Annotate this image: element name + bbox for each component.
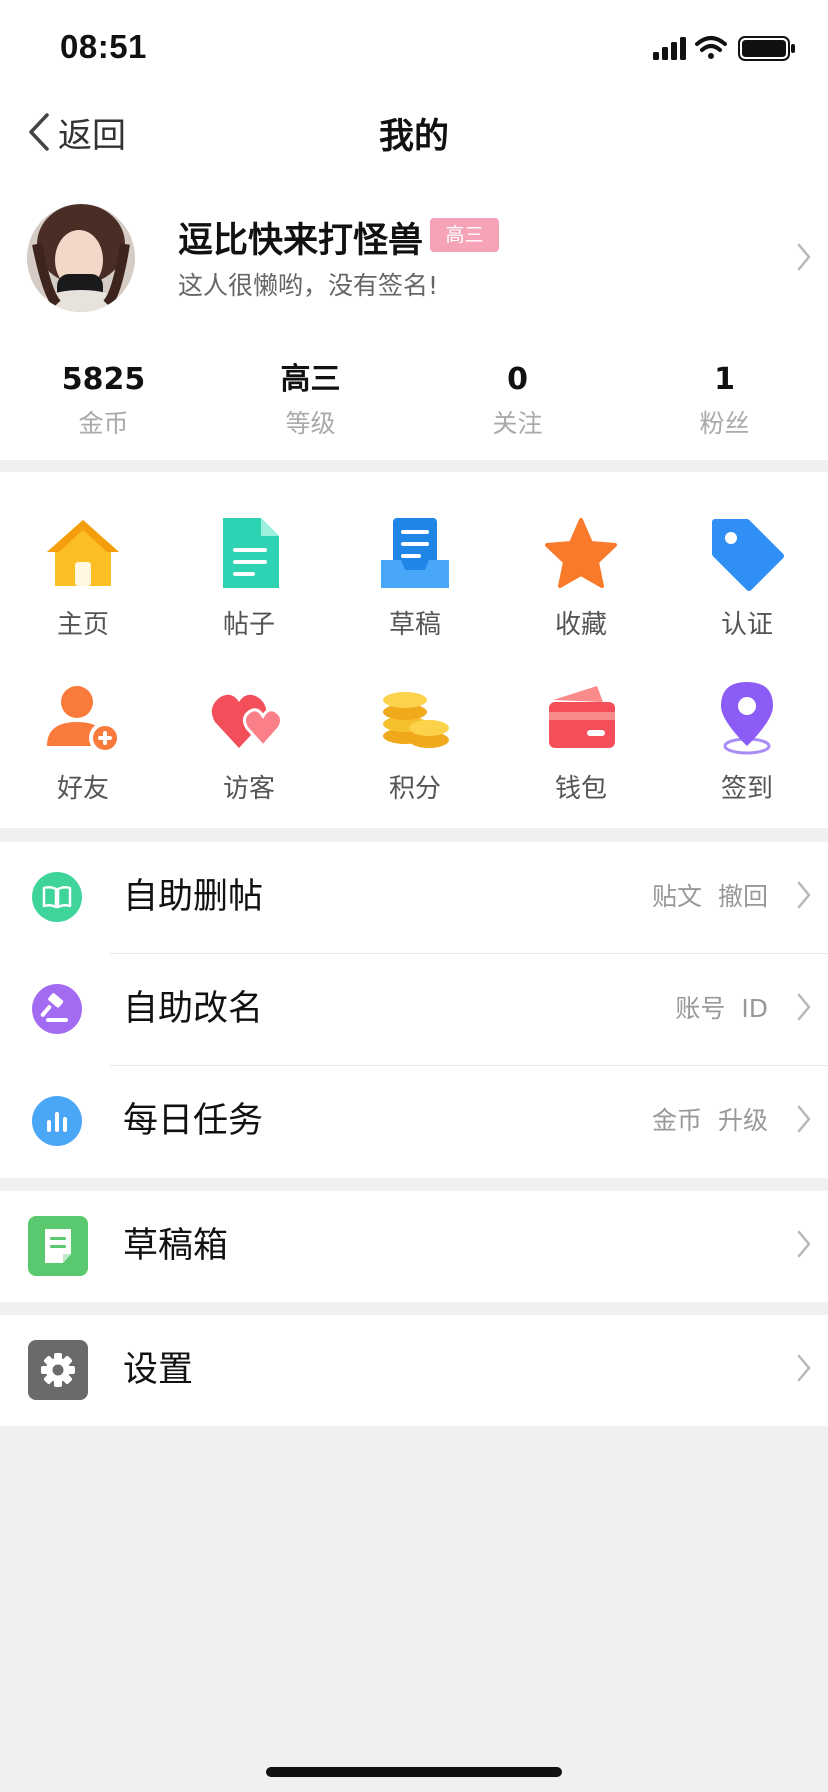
list-item-settings[interactable]: 设置 [0,1315,828,1425]
add-friend-icon [47,686,121,754]
tools-list: 自助删帖 贴文 撤回 自助改名 账号 ID 每日任务 金币 升级 [0,842,828,1178]
cellular-signal-icon [653,37,686,60]
signature: 这人很懒哟，没有签名! [178,271,439,300]
grid-label: 好友 [56,774,109,804]
grid-label: 访客 [222,774,275,804]
profile-stats: 5825 金币 高三 等级 0 关注 1 粉丝 [0,358,828,458]
chevron-right-icon [797,993,811,1021]
stat-value: 5825 [61,362,146,397]
grid-label: 收藏 [554,610,607,640]
location-pin-icon [721,682,773,755]
grid-item-wallet[interactable]: 钱包 [498,678,664,828]
coins-icon [383,692,449,748]
grid-item-drafts[interactable]: 草稿 [332,514,498,664]
hearts-icon [211,694,284,749]
document-icon [223,518,279,588]
grid-label: 草稿 [388,610,441,640]
tag-icon [712,519,784,591]
grid-item-checkin[interactable]: 签到 [664,678,828,828]
grid-label: 帖子 [222,610,275,640]
stat-level[interactable]: 高三 等级 [207,358,414,458]
stat-label: 金币 [78,409,129,438]
avatar[interactable] [27,204,135,312]
list-item-self-rename[interactable]: 自助改名 账号 ID [0,954,828,1064]
stat-label: 粉丝 [699,409,750,438]
draft-box-icon [28,1216,88,1276]
list-item-daily-tasks[interactable]: 每日任务 金币 升级 [0,1066,828,1176]
home-icon [47,520,119,586]
page-title: 我的 [378,117,449,157]
row-label: 设置 [123,1350,194,1390]
grid-item-visitors[interactable]: 访客 [166,678,332,828]
stat-coins[interactable]: 5825 金币 [0,358,207,458]
feature-grid: 主页 帖子 草稿 收藏 认证 好友 访客 积分 钱包 签到 [0,472,828,828]
battery-icon [738,36,795,61]
grid-item-posts[interactable]: 帖子 [166,514,332,664]
drafts-section: 草稿箱 [0,1191,828,1302]
stat-value: 高三 [280,362,341,397]
username: 逗比快来打怪兽 [178,221,424,261]
gavel-icon [32,984,82,1034]
list-item-self-delete[interactable]: 自助删帖 贴文 撤回 [0,842,828,952]
nav-bar: 返回 我的 [0,96,828,168]
grid-label: 积分 [388,774,441,804]
draft-tray-icon [381,518,449,588]
chevron-right-icon [797,881,811,909]
status-time: 08:51 [60,28,147,65]
bar-chart-icon [32,1096,82,1146]
gear-icon [28,1340,88,1400]
chevron-right-icon [797,1354,811,1382]
stat-label: 关注 [492,409,543,438]
grid-item-favorites[interactable]: 收藏 [498,514,664,664]
row-hint: 贴文 撤回 [652,882,768,911]
book-icon [32,872,82,922]
grid-item-friends[interactable]: 好友 [0,678,166,828]
row-hint: 账号 ID [675,994,768,1023]
profile-chevron-right-icon[interactable] [796,242,812,272]
grid-label: 主页 [56,610,109,640]
wifi-icon [695,36,727,59]
grid-label: 签到 [720,774,773,804]
grid-item-home[interactable]: 主页 [0,514,166,664]
star-icon [545,518,617,588]
list-item-draft-box[interactable]: 草稿箱 [0,1191,828,1301]
stat-value: 0 [507,362,528,397]
row-label: 自助改名 [123,989,264,1029]
row-label: 每日任务 [123,1101,264,1141]
stat-followers[interactable]: 1 粉丝 [621,358,828,458]
home-indicator[interactable] [266,1767,562,1777]
profile-card: 逗比快来打怪兽 高三 这人很懒哟，没有签名! 5825 金币 高三 等级 0 关… [0,168,828,460]
row-label: 自助删帖 [123,877,264,917]
grid-label: 认证 [720,610,773,640]
grid-item-verify[interactable]: 认证 [664,514,828,664]
stat-following[interactable]: 0 关注 [414,358,621,458]
chevron-right-icon [797,1105,811,1133]
status-icons [653,34,798,64]
row-label: 草稿箱 [123,1226,229,1266]
level-badge: 高三 [430,218,499,252]
status-bar: 08:51 [0,0,828,96]
grid-label: 钱包 [554,774,607,804]
stat-label: 等级 [285,409,336,438]
grid-item-points[interactable]: 积分 [332,678,498,828]
stat-value: 1 [714,362,735,397]
wallet-icon [549,686,615,748]
chevron-right-icon [797,1230,811,1258]
row-hint: 金币 升级 [652,1106,768,1135]
settings-section: 设置 [0,1315,828,1426]
